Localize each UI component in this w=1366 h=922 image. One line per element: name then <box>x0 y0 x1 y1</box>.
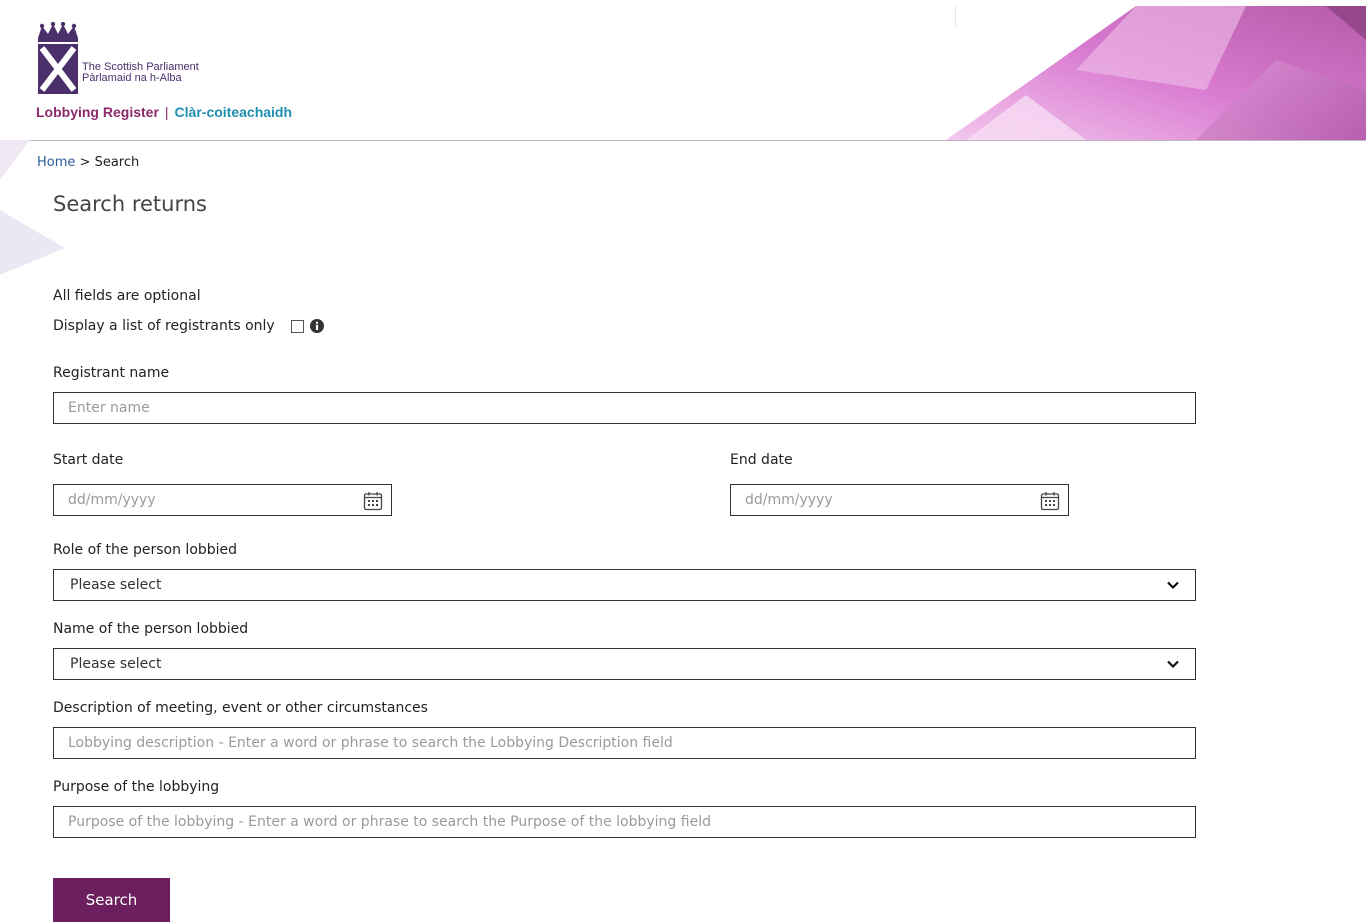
org-name-gaelic: Pàrlamaid na h-Alba <box>82 72 182 84</box>
breadcrumb: Home > Search <box>37 155 139 170</box>
start-date-label: Start date <box>53 452 124 468</box>
name-lobbied-label: Name of the person lobbied <box>53 621 249 637</box>
register-title: Lobbying Register | Clàr-coiteachaidh <box>36 104 292 120</box>
chevron-down-icon <box>1167 660 1179 669</box>
registrants-only-option: Display a list of registrants only <box>53 318 324 334</box>
header-decoration <box>946 6 1366 140</box>
breadcrumb-separator: > <box>75 155 95 170</box>
purpose-label: Purpose of the lobbying <box>53 779 220 795</box>
info-icon[interactable] <box>309 319 324 333</box>
description-label: Description of meeting, event or other c… <box>53 700 428 716</box>
name-lobbied-select[interactable]: Please select <box>53 648 1196 680</box>
end-date-label: End date <box>730 452 793 468</box>
search-button[interactable]: Search <box>53 878 170 922</box>
purpose-placeholder: Purpose of the lobbying - Enter a word o… <box>68 814 711 830</box>
breadcrumb-home-link[interactable]: Home <box>37 155 75 170</box>
role-lobbied-label: Role of the person lobbied <box>53 542 238 558</box>
register-title-gaelic: Clàr-coiteachaidh <box>174 104 293 120</box>
end-date-placeholder: dd/mm/yyyy <box>745 492 833 508</box>
description-placeholder: Lobbying description - Enter a word or p… <box>68 735 673 751</box>
purpose-input[interactable]: Purpose of the lobbying - Enter a word o… <box>53 806 1196 838</box>
organisation-name: The Scottish Parliament Pàrlamaid na h-A… <box>82 62 282 84</box>
chevron-down-icon <box>1167 581 1179 590</box>
description-input[interactable]: Lobbying description - Enter a word or p… <box>53 727 1196 759</box>
crown-saltire-icon <box>38 22 78 94</box>
role-lobbied-selected: Please select <box>70 577 162 593</box>
calendar-icon[interactable] <box>1040 491 1060 511</box>
page-title: Search returns <box>53 192 207 216</box>
register-title-separator: | <box>164 104 169 120</box>
start-date-placeholder: dd/mm/yyyy <box>68 492 156 508</box>
site-header: The Scottish Parliament Pàrlamaid na h-A… <box>0 0 1366 141</box>
breadcrumb-current: Search <box>94 155 140 170</box>
registrant-name-input[interactable]: Enter name <box>53 392 1196 424</box>
registrants-only-label: Display a list of registrants only <box>53 318 275 334</box>
calendar-icon[interactable] <box>363 491 383 511</box>
registrant-name-label: Registrant name <box>53 365 170 381</box>
register-title-english: Lobbying Register <box>36 104 159 120</box>
end-date-input[interactable]: dd/mm/yyyy <box>730 484 1069 516</box>
start-date-input[interactable]: dd/mm/yyyy <box>53 484 392 516</box>
optional-note: All fields are optional <box>53 288 201 304</box>
name-lobbied-selected: Please select <box>70 656 162 672</box>
registrant-name-placeholder: Enter name <box>68 400 150 416</box>
page: The Scottish Parliament Pàrlamaid na h-A… <box>0 0 1366 922</box>
role-lobbied-select[interactable]: Please select <box>53 569 1196 601</box>
registrants-only-checkbox[interactable] <box>290 319 304 333</box>
